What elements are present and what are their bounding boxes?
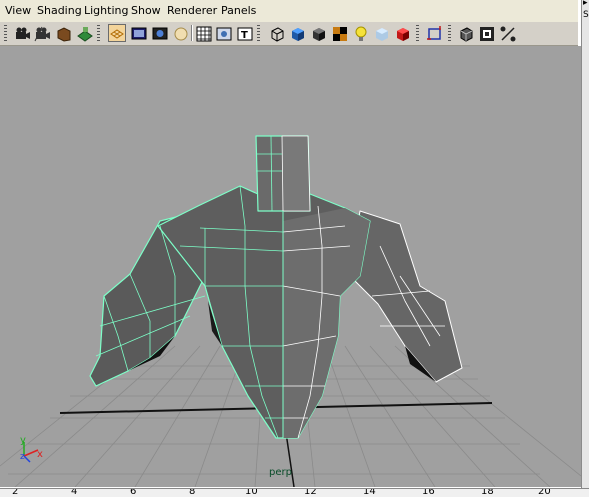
toolbar-divider	[97, 25, 100, 41]
flat-shade-icon[interactable]	[309, 24, 327, 42]
ruler-tick: 14	[363, 488, 376, 497]
viewport-scene: y x z	[0, 135, 581, 487]
menu-show[interactable]: Show	[131, 4, 161, 17]
menu-view[interactable]: View	[5, 4, 31, 17]
menu-panels[interactable]: Panels	[221, 4, 256, 17]
menu-renderer[interactable]: Renderer	[167, 4, 217, 17]
resolution-gate-icon[interactable]	[150, 24, 168, 42]
menu-lighting[interactable]: Lighting	[84, 4, 128, 17]
toolbar-divider	[416, 25, 419, 41]
right-strip-label: S	[583, 10, 589, 20]
field-chart-icon[interactable]	[194, 24, 212, 42]
axis-x-label: x	[37, 449, 43, 460]
texture-filter-icon[interactable]	[498, 24, 516, 42]
axis-gizmo: y x z	[20, 435, 43, 463]
torso-mesh	[89, 135, 463, 439]
viewport-menu-bar: View Shading Lighting Show Renderer Pane…	[0, 0, 578, 23]
camera-name-label: perp	[269, 467, 292, 478]
svg-text:T: T	[241, 30, 248, 41]
ruler-tick: 10	[245, 488, 258, 497]
ruler-tick: 12	[304, 488, 317, 497]
shaded-wireframe-icon[interactable]	[393, 24, 411, 42]
use-all-lights-icon[interactable]	[351, 24, 369, 42]
camera-attributes-icon[interactable]	[33, 24, 51, 42]
axis-z-label: z	[20, 452, 25, 462]
ruler-tick: 4	[71, 488, 78, 497]
default-material-icon[interactable]	[330, 24, 348, 42]
timeline-ruler[interactable]: 2 4 6 8 10 12 14 16 18 20	[0, 488, 589, 497]
grid-toggle-icon[interactable]	[108, 24, 126, 42]
ruler-tick: 8	[189, 488, 196, 497]
right-strip-arrow[interactable]: ▸	[583, 0, 588, 8]
perspective-viewport[interactable]: y x z	[0, 46, 581, 487]
image-plane-icon[interactable]	[75, 24, 93, 42]
menu-shading[interactable]: Shading	[37, 4, 82, 17]
ruler-tick: 6	[130, 488, 137, 497]
toolbar-divider	[448, 25, 451, 41]
right-panel-edge: ▸ S	[581, 0, 589, 497]
xray-joints-icon[interactable]	[456, 24, 474, 42]
bookmark-icon[interactable]	[54, 24, 72, 42]
axis-y-label: y	[20, 435, 26, 446]
ruler-tick: 20	[538, 488, 551, 497]
ruler-tick: 16	[422, 488, 435, 497]
hud-icon[interactable]	[477, 24, 495, 42]
camera-select-icon[interactable]	[12, 24, 30, 42]
smooth-shade-icon[interactable]	[288, 24, 306, 42]
toolbar-separator	[191, 25, 193, 41]
ruler-tick: 2	[12, 488, 19, 497]
wireframe-icon[interactable]	[267, 24, 285, 42]
viewport-toolbar: T	[0, 22, 578, 46]
textured-icon[interactable]: T	[235, 24, 253, 42]
xray-icon[interactable]	[372, 24, 390, 42]
safe-title-icon[interactable]	[214, 24, 232, 42]
safe-action-icon[interactable]	[171, 24, 189, 42]
toolbar-divider	[257, 25, 260, 41]
isolate-select-icon[interactable]	[425, 24, 443, 42]
ruler-tick: 18	[481, 488, 494, 497]
film-gate-icon[interactable]	[129, 24, 147, 42]
toolbar-handle[interactable]	[4, 25, 7, 41]
